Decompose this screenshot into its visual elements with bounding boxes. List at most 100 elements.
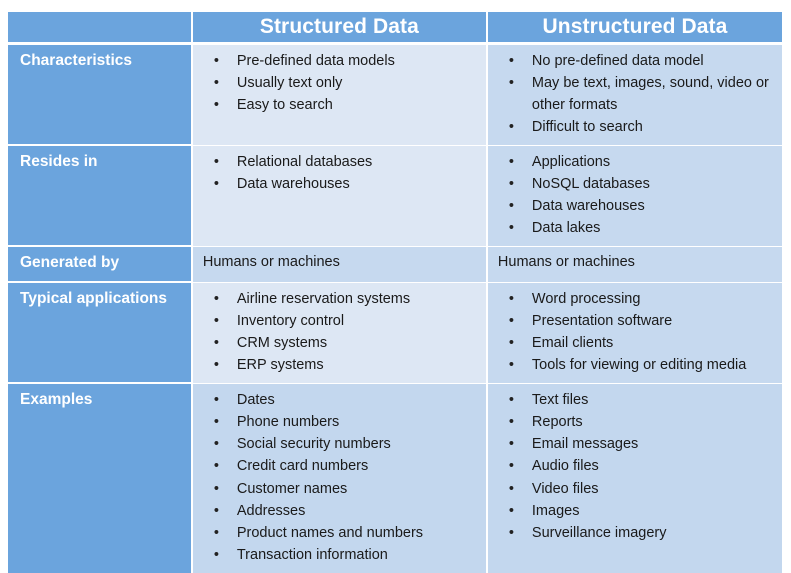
list-item: • Social security numbers xyxy=(199,433,480,455)
table-row: Characteristics • Pre-defined data models… xyxy=(8,45,782,147)
bullet-icon: • xyxy=(508,502,514,519)
bullet-icon: • xyxy=(213,392,219,409)
bullet-icon: • xyxy=(213,291,219,308)
list-item-label: Applications xyxy=(531,154,611,171)
list-item: • Phone numbers xyxy=(199,411,480,433)
list-item: • Transaction information xyxy=(199,544,480,566)
bullet-icon: • xyxy=(508,392,514,409)
header-corner-cell xyxy=(8,12,193,42)
list-item: • Audio files xyxy=(494,455,776,477)
list-item: • Dates xyxy=(199,389,480,411)
list-item-label: Transaction information xyxy=(236,546,388,563)
list-item-label: Email clients xyxy=(531,335,614,352)
list-item: • Difficult to search xyxy=(494,116,776,138)
list-item-label: No pre-defined data model xyxy=(531,53,704,69)
table-header-row: Structured Data Unstructured Data xyxy=(8,12,782,42)
list-item-label: ERP systems xyxy=(236,357,324,374)
list-item-label: Product names and numbers xyxy=(236,524,424,541)
list-item-label: Presentation software xyxy=(531,313,673,330)
bullet-list: • Dates • Phone numbers • Social security n… xyxy=(199,389,480,565)
bullet-icon: • xyxy=(508,524,514,541)
row-label-generated-by: Generated by xyxy=(8,247,193,284)
list-item-label: Data lakes xyxy=(531,220,601,237)
list-item: • Relational databases xyxy=(199,151,480,173)
row-label-typical-applications: Typical applications xyxy=(8,283,193,385)
list-item: • NoSQL databases xyxy=(494,173,776,195)
bullet-icon: • xyxy=(213,53,219,69)
bullet-icon: • xyxy=(213,176,219,193)
bullet-icon: • xyxy=(213,97,219,114)
list-item: • Airline reservation systems xyxy=(199,288,480,310)
list-item-label: Easy to search xyxy=(236,97,333,114)
cell-characteristics-structured: • Pre-defined data models • Usually text o… xyxy=(192,45,488,147)
list-item: • Data warehouses xyxy=(494,195,776,217)
list-item: • Word processing xyxy=(494,288,776,310)
cell-characteristics-unstructured: • No pre-defined data model • May be text,… xyxy=(487,45,782,147)
list-item-label: Dates xyxy=(236,392,275,409)
list-item-label: Inventory control xyxy=(236,313,345,330)
bullet-list: • Pre-defined data models • Usually text o… xyxy=(199,50,480,116)
bullet-icon: • xyxy=(213,414,219,431)
list-item-label: Reports xyxy=(531,414,583,431)
bullet-list: • Applications • NoSQL databases • Data war… xyxy=(494,151,776,239)
table-row: Resides in • Relational databases • Data w… xyxy=(8,146,782,248)
list-item: • Tools for viewing or editing media xyxy=(494,354,776,376)
bullet-icon: • xyxy=(213,357,219,374)
list-item: • Text files xyxy=(494,389,776,411)
list-item: • No pre-defined data model xyxy=(494,50,776,72)
bullet-icon: • xyxy=(508,154,514,171)
bullet-list: • Text files • Reports • Email messages • Au… xyxy=(494,389,776,543)
bullet-list: • Word processing • Presentation software … xyxy=(494,288,776,376)
list-item-label: NoSQL databases xyxy=(531,176,650,193)
row-label-characteristics: Characteristics xyxy=(8,45,193,147)
bullet-icon: • xyxy=(508,414,514,431)
list-item-label: Word processing xyxy=(531,291,641,308)
list-item-label: Social security numbers xyxy=(236,436,391,453)
list-item: • Product names and numbers xyxy=(199,522,480,544)
bullet-icon: • xyxy=(213,458,219,475)
list-item: • CRM systems xyxy=(199,332,480,354)
bullet-icon: • xyxy=(508,357,514,374)
list-item-label: Customer names xyxy=(236,480,348,497)
cell-text: Humans or machines xyxy=(497,254,635,271)
bullet-icon: • xyxy=(508,291,514,308)
bullet-icon: • xyxy=(508,75,514,92)
list-item-label: Pre-defined data models xyxy=(236,53,395,69)
list-item: • Data warehouses xyxy=(199,173,480,195)
list-item-label: Surveillance imagery xyxy=(531,524,667,541)
list-item: • Presentation software xyxy=(494,310,776,332)
list-item: • Pre-defined data models xyxy=(199,50,480,72)
table-row: Examples • Dates • Phone numbers • Social s… xyxy=(8,384,782,573)
list-item-label: Airline reservation systems xyxy=(236,291,411,308)
list-item: • Credit card numbers xyxy=(199,455,480,477)
cell-text: Humans or machines xyxy=(202,254,340,271)
list-item-label: Usually text only xyxy=(236,75,343,92)
list-item: • Addresses xyxy=(199,500,480,522)
list-item-label: Phone numbers xyxy=(236,414,340,431)
list-item-label: Data warehouses xyxy=(531,198,645,215)
bullet-icon: • xyxy=(213,313,219,330)
bullet-icon: • xyxy=(508,313,514,330)
cell-resides-in-unstructured: • Applications • NoSQL databases • Data war… xyxy=(487,146,782,248)
bullet-list: • No pre-defined data model • May be text,… xyxy=(494,50,776,138)
list-item: • Reports xyxy=(494,411,776,433)
list-item: • Images xyxy=(494,500,776,522)
row-label-resides-in: Resides in xyxy=(8,146,193,248)
list-item-label: Credit card numbers xyxy=(236,458,369,475)
bullet-icon: • xyxy=(213,502,219,519)
list-item: • Video files xyxy=(494,478,776,500)
bullet-icon: • xyxy=(213,436,219,453)
bullet-icon: • xyxy=(508,480,514,497)
list-item: • ERP systems xyxy=(199,354,480,376)
bullet-icon: • xyxy=(213,524,219,541)
list-item: • Surveillance imagery xyxy=(494,522,776,544)
bullet-list: • Relational databases • Data warehouses xyxy=(199,151,480,195)
bullet-icon: • xyxy=(213,154,219,171)
list-item-label: Audio files xyxy=(531,458,599,475)
bullet-icon: • xyxy=(508,119,514,136)
bullet-icon: • xyxy=(508,53,514,69)
list-item: • Usually text only xyxy=(199,72,480,94)
list-item: • Customer names xyxy=(199,478,480,500)
list-item-label: Difficult to search xyxy=(531,119,643,136)
row-label-examples: Examples xyxy=(8,384,193,573)
